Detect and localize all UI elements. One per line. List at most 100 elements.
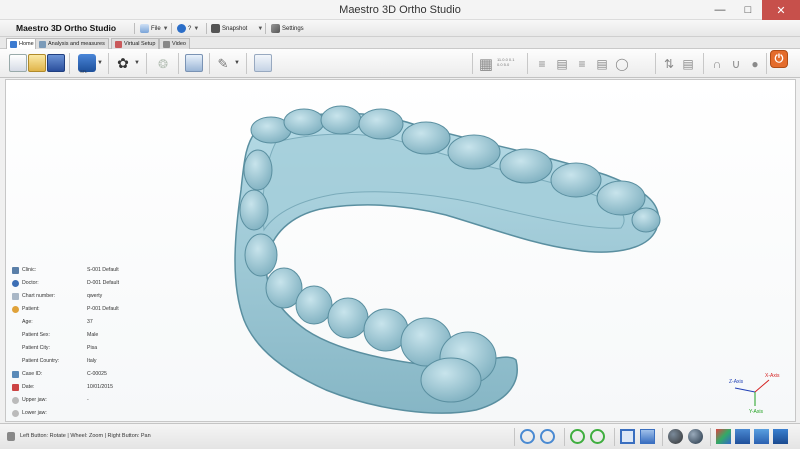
cube-front-icon[interactable] [754, 429, 769, 444]
info-row-country: Patient Country: Italy [12, 356, 172, 366]
info-value: Italy [87, 358, 97, 364]
upper-jaw-toggle-icon: ∩ [712, 56, 722, 71]
settings-menu[interactable]: Settings [271, 22, 304, 35]
help-menu-label: ? [188, 25, 192, 32]
info-row-case-id: Case ID: C-00025 [12, 369, 172, 379]
status-separator [662, 428, 663, 446]
ribbon-toolbar: STL ▼ ✿ ▼ ❂ ✎ ▼ ▦ 11.0.0 0.1 0.0 5.0 ≡ ▤… [0, 49, 800, 78]
chevron-down-icon[interactable]: ▼ [97, 60, 103, 66]
z-axis-label: Z-Axis [729, 379, 744, 385]
occlusion-button[interactable]: ⇅ [660, 55, 678, 72]
toolbar-separator [472, 53, 473, 74]
view-right-button[interactable]: ≡ [573, 55, 591, 72]
new-case-button[interactable] [9, 54, 27, 72]
crop-button[interactable] [185, 54, 203, 72]
info-value: 37 [87, 319, 93, 325]
chevron-down-icon[interactable]: ▼ [134, 60, 140, 66]
view-mode-button[interactable]: ✿ [114, 55, 132, 72]
solid-view-icon[interactable] [640, 429, 655, 444]
info-row-upper-jaw: Upper jaw: - [12, 395, 172, 405]
cluster-icon: ✿ [117, 55, 129, 71]
lower-jaw-icon [12, 409, 19, 417]
bite-view-button[interactable]: ▤ [679, 55, 697, 72]
info-label: Upper jaw: [22, 397, 47, 403]
info-value: D-001 Default [87, 280, 120, 286]
ruler-icon: ✎ [217, 55, 229, 71]
info-label: Patient Country: [22, 358, 60, 364]
tab-video[interactable]: Video [159, 38, 190, 49]
axis-gizmo: Z-Axis X-Axis Y-Axis [729, 373, 780, 415]
upper-jaw-icon [12, 396, 19, 404]
doctor-icon [12, 279, 19, 287]
power-button[interactable]: ⏻ [770, 50, 788, 68]
zoom-reset-icon[interactable] [590, 429, 605, 444]
info-label: Clinic: [22, 267, 37, 273]
upper-jaw-toggle[interactable]: ∩ [708, 55, 726, 72]
case-icon [12, 370, 19, 378]
home-icon [10, 40, 17, 48]
info-label: Lower jaw: [22, 410, 47, 416]
x-axis-line [754, 379, 770, 393]
file-menu-icon [140, 24, 149, 33]
window-titlebar: Maestro 3D Ortho Studio — □ ✕ [0, 0, 800, 20]
smooth-shading-icon[interactable] [688, 429, 703, 444]
calendar-icon [12, 383, 19, 391]
info-row-city: Patient City: Pisa [12, 343, 172, 353]
chevron-down-icon: ▼ [257, 25, 264, 32]
measure-tool-button[interactable]: ✎ [214, 55, 232, 72]
tab-analysis[interactable]: Analysis and measures [35, 38, 109, 49]
chart-icon [12, 292, 19, 300]
sphere-shading-icon[interactable] [668, 429, 683, 444]
zoom-fit-icon[interactable] [570, 429, 585, 444]
align-button[interactable]: ❂ [154, 55, 172, 72]
toolbar-separator [146, 53, 147, 74]
view-left-button[interactable]: ≡ [533, 55, 551, 72]
export-button[interactable] [254, 54, 272, 72]
cube-view-icon[interactable] [735, 429, 750, 444]
info-row-clinic: Clinic: S-001 Default [12, 265, 172, 275]
help-menu[interactable]: ? ▼ [177, 22, 199, 35]
grid-text-line2: 0.0 5.0 [497, 62, 510, 67]
grid-button[interactable]: ▦ [477, 55, 495, 73]
zoom-out-icon[interactable] [540, 429, 555, 444]
close-button[interactable]: ✕ [762, 0, 800, 20]
color-cube-icon[interactable] [716, 429, 731, 444]
view-left-icon: ≡ [538, 56, 546, 71]
chevron-down-icon[interactable]: ▼ [234, 60, 240, 66]
tab-virtual-setup[interactable]: Virtual Setup [111, 38, 160, 49]
ribbon-tabs: Home Analysis and measures Virtual Setup… [0, 37, 800, 49]
menu-separator [265, 23, 266, 34]
maximize-button[interactable]: □ [734, 0, 762, 20]
save-button[interactable] [47, 54, 65, 72]
info-row-lower-jaw: Lower jaw: [12, 408, 172, 418]
info-value: P-001 Default [87, 306, 119, 312]
camera-icon [211, 24, 220, 33]
view-top-button[interactable]: ◯ [613, 55, 631, 72]
status-separator [614, 428, 615, 446]
info-label: Case ID: [22, 371, 43, 377]
toolbar-separator [766, 53, 767, 74]
file-menu[interactable]: File ▼ [140, 22, 169, 35]
status-separator [514, 428, 515, 446]
snapshot-menu[interactable]: Snapshot ▼ [211, 22, 263, 35]
minimize-button[interactable]: — [706, 0, 734, 20]
view-back-button[interactable]: ▤ [593, 55, 611, 72]
mouse-icon [7, 432, 15, 441]
video-icon [163, 40, 170, 48]
info-row-age: Age: 37 [12, 317, 172, 327]
info-label: Doctor: [22, 280, 39, 286]
both-jaws-toggle[interactable]: ● [746, 55, 764, 72]
cube-side-icon[interactable] [773, 429, 788, 444]
wireframe-view-icon[interactable] [620, 429, 635, 444]
lower-jaw-toggle[interactable]: ∪ [727, 55, 745, 72]
info-label: Patient Sex: [22, 332, 50, 338]
view-front-button[interactable]: ▤ [553, 55, 571, 72]
chevron-down-icon: ▼ [193, 25, 200, 32]
zoom-in-icon[interactable] [520, 429, 535, 444]
window-title: Maestro 3D Ortho Studio [339, 4, 461, 16]
view-back-icon: ▤ [596, 56, 608, 71]
toolbar-separator [655, 53, 656, 74]
open-folder-button[interactable] [28, 54, 46, 72]
tab-home[interactable]: Home [6, 38, 38, 49]
z-axis-line [734, 387, 756, 393]
